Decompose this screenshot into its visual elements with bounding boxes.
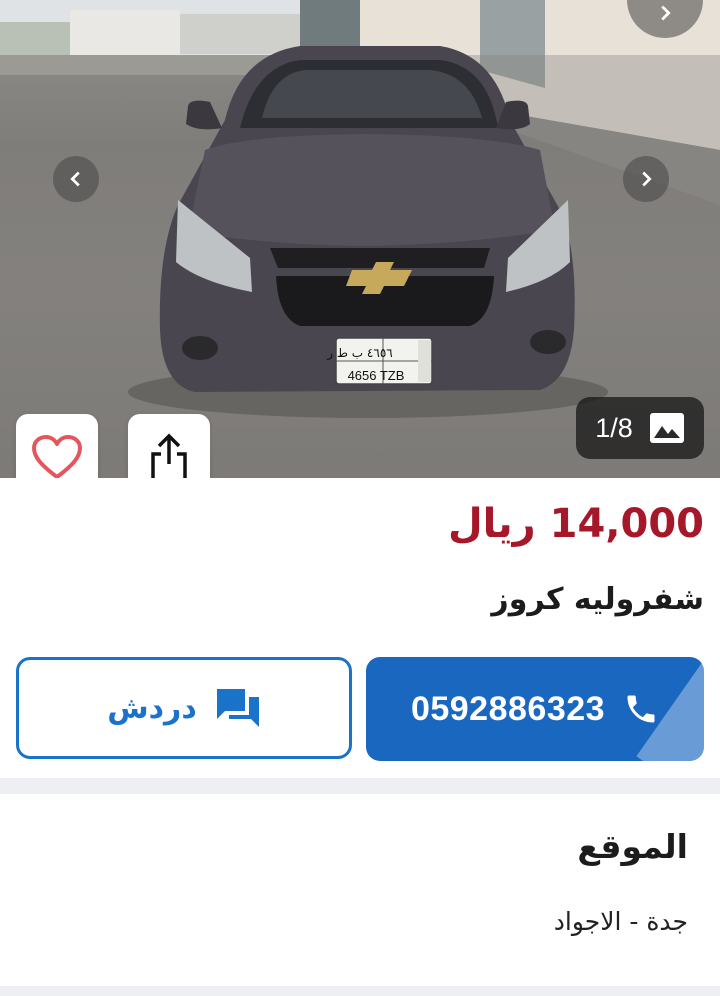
chat-button-label: دردش (107, 690, 197, 726)
image-counter-text: 1/8 (595, 412, 633, 443)
call-button[interactable]: 0592886323 (366, 657, 704, 761)
share-icon (151, 433, 187, 478)
location-value: جدة - الاجواد (553, 907, 688, 936)
next-image-button[interactable] (623, 156, 669, 202)
image-counter[interactable]: 1/8 (576, 397, 704, 459)
phone-number: 0592886323 (410, 689, 606, 728)
heart-icon (32, 435, 82, 478)
chevron-right-icon (642, 171, 652, 187)
chat-icon (216, 689, 259, 727)
section-divider (0, 778, 720, 794)
image-icon (649, 413, 684, 443)
listing-price: 14,000 ريال (447, 501, 704, 547)
listing-photo[interactable]: ٤٦٥٦ ب ط ر 4656 TZB 1/8 (0, 0, 720, 478)
plate-text-arabic: ٤٦٥٦ ب ط ر (326, 346, 392, 361)
location-heading: الموقع (577, 827, 688, 866)
plate-text-latin: 4656 TZB (348, 368, 405, 383)
favorite-button[interactable] (16, 414, 98, 478)
listing-title: شفروليه كروز (491, 582, 704, 617)
chat-button[interactable]: دردش (16, 657, 352, 759)
share-button[interactable] (128, 414, 210, 478)
chevron-left-icon (70, 171, 80, 187)
chevron-right-icon (661, 5, 671, 21)
previous-image-button[interactable] (53, 156, 99, 202)
section-divider (0, 986, 720, 996)
phone-icon (627, 695, 655, 723)
